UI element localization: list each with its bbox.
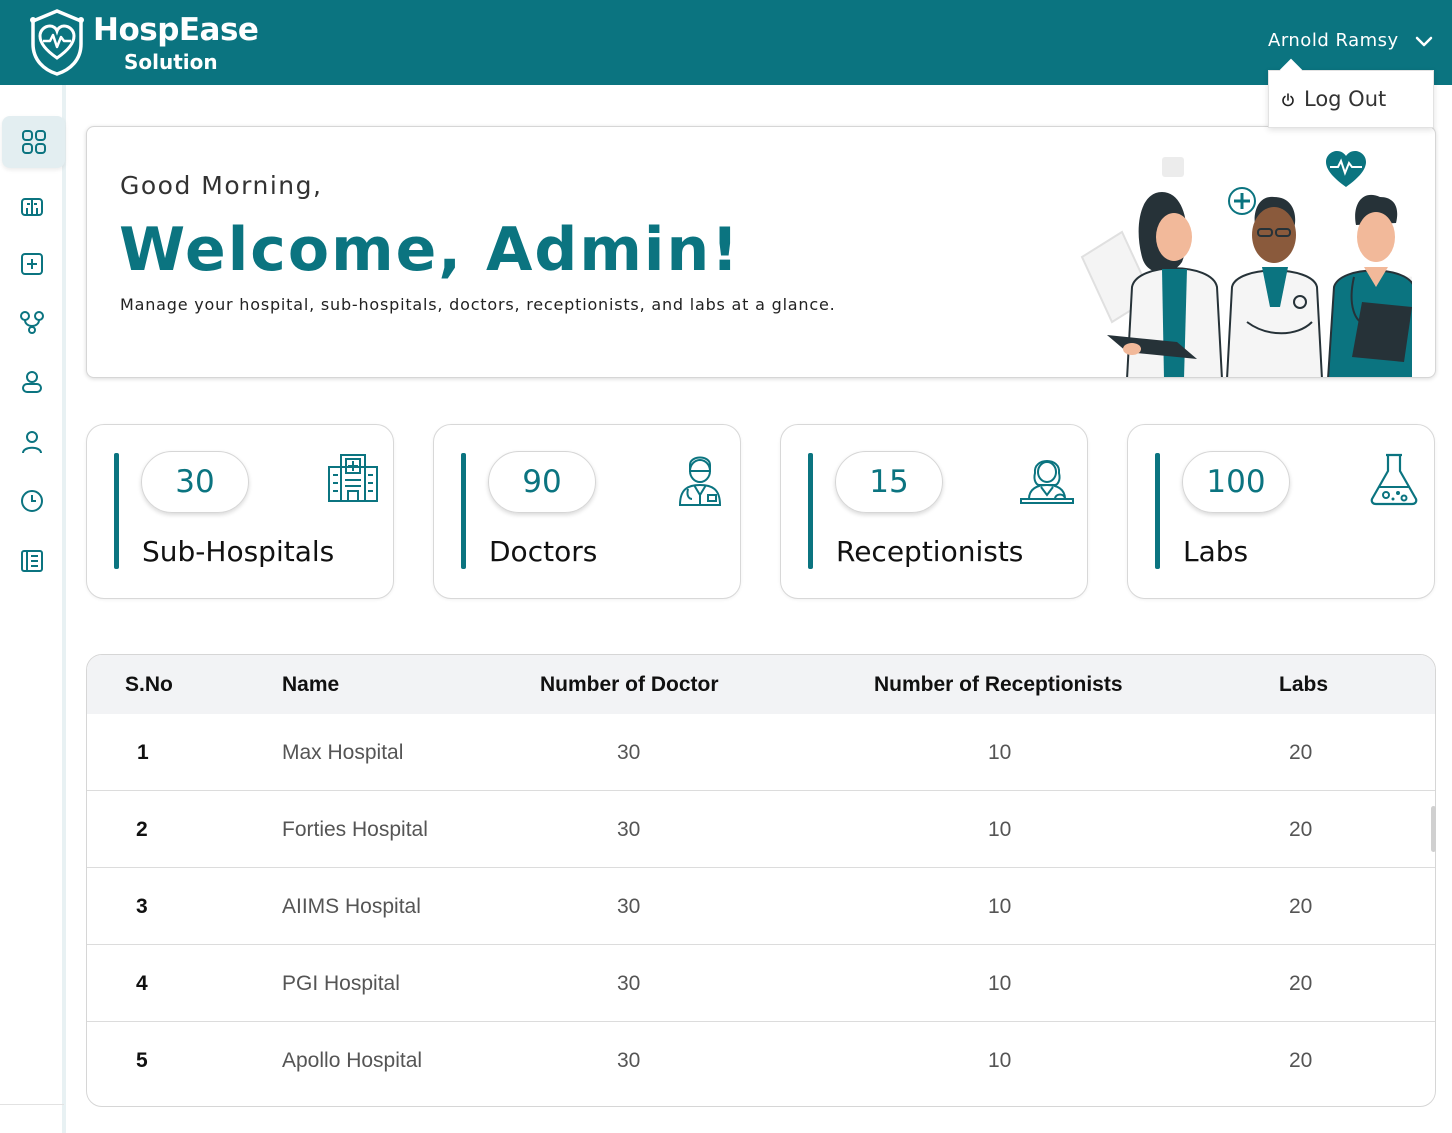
sidebar-item-dashboard[interactable]: [2, 116, 65, 168]
cell-labs: 20: [1289, 741, 1313, 764]
stat-card-sub-hospitals[interactable]: 30 Sub-Hospitals: [86, 424, 394, 599]
cell-doctors: 30: [617, 818, 641, 841]
cell-name: Apollo Hospital: [282, 1049, 423, 1072]
cell-name: PGI Hospital: [282, 972, 400, 995]
cell-receptionists: 10: [988, 1049, 1012, 1072]
table-row[interactable]: 4 PGI Hospital 30 10 20: [87, 945, 1435, 1022]
cell-sno: 2: [136, 818, 148, 841]
hospital-icon: [21, 198, 43, 216]
power-icon: [1282, 93, 1294, 107]
medical-plus-icon: [21, 253, 43, 275]
user-dropdown-menu: Log Out: [1268, 70, 1434, 128]
cell-doctors: 30: [617, 741, 641, 764]
column-header-name: Name: [282, 673, 340, 696]
stat-accent-bar: [461, 453, 466, 569]
cell-sno: 3: [136, 895, 148, 918]
hospital-building-icon: [328, 454, 378, 502]
cell-doctors: 30: [617, 972, 641, 995]
sidebar-item-records[interactable]: [0, 536, 64, 586]
cell-name: AIIMS Hospital: [282, 895, 421, 918]
doctor-icon: [678, 456, 722, 506]
stat-value: 90: [488, 451, 596, 513]
sidebar: [0, 85, 66, 1133]
chevron-down-icon[interactable]: [1414, 33, 1434, 51]
cell-doctors: 30: [617, 895, 641, 918]
sidebar-item-doctors[interactable]: [0, 297, 64, 347]
welcome-card: Good Morning, Welcome, Admin! Manage you…: [86, 126, 1436, 378]
stat-card-receptionists[interactable]: 15 Receptionists: [780, 424, 1088, 599]
cell-labs: 20: [1289, 1049, 1313, 1072]
cell-receptionists: 10: [988, 818, 1012, 841]
table-row[interactable]: 1 Max Hospital 30 10 20: [87, 714, 1435, 791]
table-header: S.No Name Number of Doctor Number of Rec…: [87, 655, 1435, 714]
stat-card-doctors[interactable]: 90 Doctors: [433, 424, 741, 599]
column-header-sno: S.No: [125, 673, 173, 696]
stat-value: 15: [835, 451, 943, 513]
table-scrollbar[interactable]: [1431, 806, 1436, 852]
cell-sno: 4: [136, 972, 148, 995]
stat-value: 100: [1182, 451, 1290, 513]
sub-hospitals-table: S.No Name Number of Doctor Number of Rec…: [86, 654, 1436, 1107]
sidebar-divider: [0, 1104, 64, 1105]
brand-tagline: Solution: [124, 50, 218, 74]
ledger-icon: [21, 550, 43, 572]
stat-label: Doctors: [489, 535, 598, 568]
cell-name: Max Hospital: [282, 741, 404, 764]
grid-icon: [21, 130, 46, 154]
table-row[interactable]: 2 Forties Hospital 30 10 20: [87, 791, 1435, 868]
welcome-title: Welcome, Admin!: [119, 215, 741, 285]
logout-menu-item[interactable]: Log Out: [1304, 87, 1386, 111]
user-icon: [22, 431, 42, 454]
lab-flask-icon: [1370, 453, 1418, 506]
sidebar-item-medical[interactable]: [0, 239, 64, 289]
logo-shield-heart-icon: [30, 9, 84, 76]
welcome-subtitle: Manage your hospital, sub-hospitals, doc…: [120, 295, 836, 314]
brand-name: HospEase: [93, 12, 259, 48]
stat-accent-bar: [114, 453, 119, 569]
cell-labs: 20: [1289, 972, 1313, 995]
sidebar-item-sub-hospitals[interactable]: [0, 182, 64, 232]
stat-label: Receptionists: [836, 535, 1024, 568]
cell-sno: 5: [136, 1049, 148, 1072]
user-outline-icon: [22, 371, 42, 393]
cell-receptionists: 10: [988, 741, 1012, 764]
stat-accent-bar: [1155, 453, 1160, 569]
cell-receptionists: 10: [988, 895, 1012, 918]
receptionist-icon: [1020, 460, 1074, 504]
user-name[interactable]: Arnold Ramsy: [1268, 30, 1399, 51]
sidebar-item-receptionists[interactable]: [0, 357, 64, 407]
table-row[interactable]: 3 AIIMS Hospital 30 10 20: [87, 868, 1435, 945]
stat-card-labs[interactable]: 100 Labs: [1127, 424, 1435, 599]
cell-doctors: 30: [617, 1049, 641, 1072]
column-header-labs: Labs: [1279, 673, 1329, 696]
sidebar-item-history[interactable]: [0, 476, 64, 526]
cell-receptionists: 10: [988, 972, 1012, 995]
medical-staff-illustration: [1080, 151, 1412, 377]
stat-value: 30: [141, 451, 249, 513]
column-header-doctors: Number of Doctor: [540, 673, 719, 696]
stat-label: Labs: [1183, 535, 1249, 568]
cell-name: Forties Hospital: [282, 818, 428, 841]
column-header-receptionists: Number of Receptionists: [874, 673, 1123, 696]
greeting-text: Good Morning,: [120, 171, 323, 200]
clock-icon: [21, 490, 43, 512]
stat-accent-bar: [808, 453, 813, 569]
sidebar-item-patients[interactable]: [0, 417, 64, 467]
cell-labs: 20: [1289, 895, 1313, 918]
stat-label: Sub-Hospitals: [142, 535, 335, 568]
top-bar: HospEase Solution Arnold Ramsy: [0, 0, 1452, 85]
table-row[interactable]: 5 Apollo Hospital 30 10 20: [87, 1022, 1435, 1099]
cell-sno: 1: [137, 741, 149, 764]
stethoscope-icon: [20, 311, 44, 334]
cell-labs: 20: [1289, 818, 1313, 841]
